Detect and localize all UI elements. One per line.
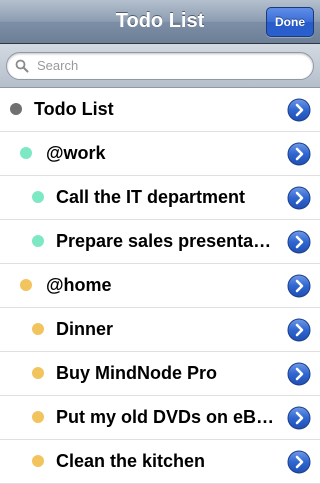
list-item[interactable]: Buy MindNode Pro xyxy=(0,352,320,396)
list-item[interactable]: @home xyxy=(0,264,320,308)
list-item-label: @work xyxy=(46,143,106,163)
node-color-dot xyxy=(10,103,22,115)
node-color-dot xyxy=(32,367,44,379)
list-item[interactable]: Call the IT department xyxy=(0,176,320,220)
disclosure-chevron-icon[interactable] xyxy=(287,230,311,254)
list-item-label: Prepare sales presentation xyxy=(56,231,276,251)
node-color-dot xyxy=(32,323,44,335)
navigation-bar: Todo List Done xyxy=(0,0,320,44)
list-item-label: Call the IT department xyxy=(56,187,246,207)
disclosure-chevron-icon[interactable] xyxy=(287,274,311,298)
list-item-label: Clean the kitchen xyxy=(56,451,206,471)
disclosure-chevron-icon[interactable] xyxy=(287,406,311,430)
list-item-label: Put my old DVDs on eBay xyxy=(56,407,276,427)
node-color-dot xyxy=(20,147,32,159)
list-item[interactable]: Put my old DVDs on eBay xyxy=(0,396,320,440)
list-item[interactable]: @work xyxy=(0,132,320,176)
todo-list: Todo List @work Call the IT department Prep… xyxy=(0,88,320,484)
list-item-label: Todo List xyxy=(34,99,114,119)
search-placeholder: Search xyxy=(37,58,79,73)
disclosure-chevron-icon[interactable] xyxy=(287,362,311,386)
done-button[interactable]: Done xyxy=(266,7,314,37)
disclosure-chevron-icon[interactable] xyxy=(287,98,311,122)
disclosure-chevron-icon[interactable] xyxy=(287,318,311,342)
node-color-dot xyxy=(32,411,44,423)
list-item[interactable]: Prepare sales presentation xyxy=(0,220,320,264)
search-input[interactable]: Search xyxy=(6,52,314,80)
search-bar: Search xyxy=(0,44,320,88)
node-color-dot xyxy=(32,191,44,203)
node-color-dot xyxy=(20,279,32,291)
search-icon xyxy=(15,59,29,73)
node-color-dot xyxy=(32,235,44,247)
list-item[interactable]: Dinner xyxy=(0,308,320,352)
disclosure-chevron-icon[interactable] xyxy=(287,186,311,210)
list-item-label: Buy MindNode Pro xyxy=(56,363,217,383)
list-item[interactable]: Clean the kitchen xyxy=(0,440,320,484)
disclosure-chevron-icon[interactable] xyxy=(287,450,311,474)
list-item[interactable]: Todo List xyxy=(0,88,320,132)
node-color-dot xyxy=(32,455,44,467)
disclosure-chevron-icon[interactable] xyxy=(287,142,311,166)
list-item-label: Dinner xyxy=(56,319,114,339)
list-item-label: @home xyxy=(46,275,112,295)
